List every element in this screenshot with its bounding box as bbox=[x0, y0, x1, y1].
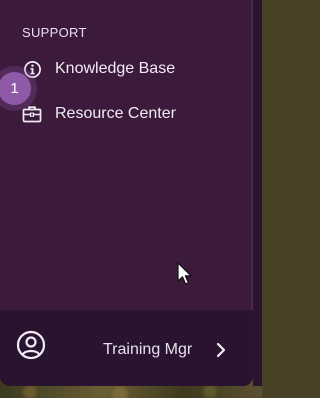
user-name[interactable]: Training Mgr bbox=[103, 341, 192, 359]
sidebar-item-label: Knowledge Base bbox=[55, 60, 176, 77]
mouse-cursor-icon bbox=[177, 262, 193, 286]
chevron-right-icon[interactable] bbox=[214, 342, 228, 358]
sidebar-item-knowledge-base[interactable]: Knowledge Base bbox=[0, 51, 250, 87]
user-circle-icon[interactable] bbox=[16, 330, 46, 360]
briefcase-icon bbox=[22, 104, 42, 124]
sidebar-item-label: Resource Center bbox=[55, 105, 176, 122]
section-title-support: SUPPORT bbox=[22, 25, 87, 40]
panel-edge bbox=[253, 0, 262, 386]
sidebar-item-resource-center[interactable]: Resource Center bbox=[0, 96, 250, 132]
user-footer[interactable]: Training Mgr bbox=[0, 310, 253, 386]
sidebar-panel: SUPPORT Knowledge Base Resource Center 1 bbox=[0, 0, 253, 386]
